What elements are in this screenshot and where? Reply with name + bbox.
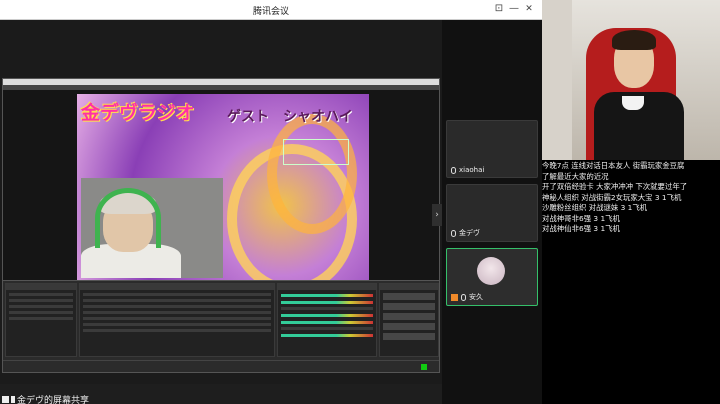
streamer-camera: [542, 0, 720, 160]
participant-tile-active[interactable]: 安久: [446, 248, 538, 306]
note-line: 沙雕粉丝组织 对战谜妹 3 1飞机: [542, 203, 648, 212]
screen-share-label-text: 金デヴ的屏幕共享: [17, 395, 90, 404]
selection-box: [283, 139, 349, 165]
audio-mixer-dock[interactable]: [277, 283, 377, 357]
sources-dock[interactable]: [79, 283, 275, 357]
participant-name: 金デヴ: [459, 229, 480, 237]
window-title: 腾讯会议: [252, 7, 289, 17]
obs-docks: [3, 280, 439, 360]
mic-icon: [451, 229, 456, 237]
participant-name-bar: 金デヴ: [451, 228, 480, 238]
participant-name-bar: xiaohai: [451, 166, 484, 174]
controls-dock[interactable]: [379, 283, 439, 357]
participant-name: 安久: [469, 293, 483, 301]
title-bar: 腾讯会议 ⊡ — ✕: [0, 0, 542, 20]
close-button[interactable]: ✕: [522, 2, 536, 16]
screen: 腾讯会议 ⊡ — ✕ 金デヴラジオ ゲスト シャオハイ 金デヴ的屏幕共享 › x…: [0, 0, 720, 404]
obs-status-bar: [3, 360, 439, 372]
note-line: 对战神哥非6强 3 1飞机: [542, 213, 620, 223]
pin-button[interactable]: ⊡: [492, 2, 506, 16]
status-indicator-icon: [421, 364, 427, 370]
headset-icon: [95, 188, 161, 248]
scenes-dock[interactable]: [5, 283, 77, 357]
mic-icon: [461, 293, 466, 301]
note-line: 神秘人组织 对战街霸2女玩家大宝 3 1飞机: [542, 192, 682, 202]
obs-window: 金デヴラジオ ゲスト シャオハイ: [2, 78, 440, 373]
guest-title: ゲスト シャオハイ: [227, 109, 353, 125]
minimize-button[interactable]: —: [507, 2, 521, 16]
show-banner: 金デヴラジオ: [81, 102, 195, 124]
stream-scene: 金デヴラジオ ゲスト シャオハイ: [77, 94, 369, 280]
obs-preview: 金デヴラジオ ゲスト シャオハイ: [3, 90, 439, 280]
note-line: 开了双倍经验卡 大家冲冲冲 下次就要过年了: [542, 182, 688, 191]
background-wall: [542, 0, 572, 160]
participant-panel: › xiaohai 金デヴ 安久: [432, 20, 542, 404]
mic-icon: [451, 166, 456, 174]
participant-name-bar: 安久: [451, 292, 483, 302]
guest-webcam: [81, 178, 223, 278]
shared-screen-area[interactable]: 金デヴラジオ ゲスト シャオハイ: [0, 20, 442, 384]
schedule-notes: 今晚7点 连线对话日本友人 街霸玩家金豆腐 了解最近大家的近况 开了双倍经验卡 …: [542, 160, 720, 404]
collapse-panel-button[interactable]: ›: [432, 204, 442, 226]
note-line: 今晚7点 连线对话日本友人 街霸玩家金豆腐: [542, 161, 685, 170]
participant-tile[interactable]: 金デヴ: [446, 184, 538, 242]
screen-icon: [2, 395, 9, 403]
meeting-window: 腾讯会议 ⊡ — ✕ 金デヴラジオ ゲスト シャオハイ 金デヴ的屏幕共享 › x…: [0, 0, 542, 404]
participant-name: xiaohai: [459, 166, 485, 174]
person-hair: [612, 30, 656, 50]
cup: [622, 96, 644, 110]
host-badge-icon: [451, 293, 458, 301]
note-line: 对战神仙非6强 3 1飞机: [542, 224, 620, 233]
avatar: [477, 257, 505, 285]
participant-tile[interactable]: xiaohai: [446, 120, 538, 178]
screen-share-label: 金デヴ的屏幕共享: [2, 394, 89, 404]
note-line: 了解最近大家的近况: [542, 171, 609, 181]
decor-swirl: [267, 114, 357, 234]
mic-icon: [11, 395, 15, 403]
